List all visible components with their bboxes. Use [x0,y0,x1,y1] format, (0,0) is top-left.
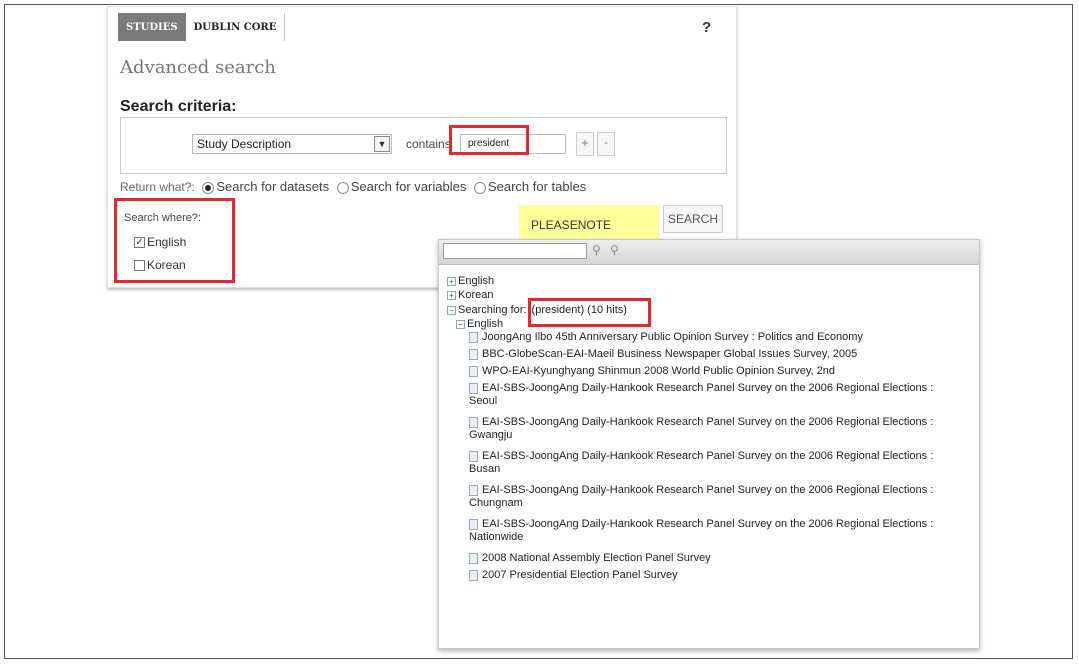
result-item[interactable]: EAI-SBS-JoongAng Daily-Hankook Research … [469,382,949,408]
document-icon [469,518,478,530]
tree-node-label[interactable]: English [467,318,503,330]
checkbox-english-row[interactable]: ✓ English [134,235,186,249]
tree-root-korean[interactable]: + Korean [447,289,493,301]
field-select-value: Study Description [197,137,292,151]
tree-group-english[interactable]: − English [456,318,503,330]
checkbox-korean[interactable] [134,259,145,271]
result-item-label[interactable]: BBC-GlobeScan-EAI-Maeil Business Newspap… [482,348,857,360]
result-item[interactable]: 2007 Presidential Election Panel Survey [469,569,974,582]
search-where-label: Search where?: [124,212,202,224]
remove-criteria-button[interactable]: - [597,132,615,156]
checkbox-english[interactable]: ✓ [134,236,145,248]
result-item-label[interactable]: EAI-SBS-JoongAng Daily-Hankook Research … [469,484,933,509]
result-item-label[interactable]: EAI-SBS-JoongAng Daily-Hankook Research … [469,518,933,543]
result-item-label[interactable]: 2007 Presidential Election Panel Survey [482,569,678,581]
results-toolbar: ⚲ ⚲ [439,240,979,265]
tree-node-label[interactable]: English [458,275,494,287]
result-item[interactable]: EAI-SBS-JoongAng Daily-Hankook Research … [469,416,949,442]
result-item-label[interactable]: 2008 National Assembly Election Panel Su… [482,552,711,564]
search-criteria-label: Search criteria: [120,98,237,115]
result-item-label[interactable]: WPO-EAI-Kyunghyang Shinmun 2008 World Pu… [482,365,835,377]
result-item[interactable]: JoongAng Ilbo 45th Anniversary Public Op… [469,331,974,344]
tree-search-input[interactable] [443,243,587,259]
search-button[interactable]: SEARCH [663,205,723,233]
result-item[interactable]: 2008 National Assembly Election Panel Su… [469,552,974,565]
tab-studies[interactable]: STUDIES [118,13,186,41]
page-title: Advanced search [120,57,276,78]
result-item[interactable]: EAI-SBS-JoongAng Daily-Hankook Research … [469,518,949,544]
tree-searching-node[interactable]: − Searching for: (president) (10 hits) [447,304,627,316]
checkbox-english-label[interactable]: English [147,235,186,249]
searching-label: Searching for: [458,304,527,316]
document-icon [469,450,478,462]
add-criteria-button[interactable]: + [576,132,594,156]
tree-node-label[interactable]: Korean [458,289,493,301]
radio-tables[interactable] [473,181,486,194]
result-item[interactable]: EAI-SBS-JoongAng Daily-Hankook Research … [469,450,949,476]
result-item[interactable]: BBC-GlobeScan-EAI-Maeil Business Newspap… [469,348,974,361]
results-tree-panel: ⚲ ⚲ + English + Korean − Searching for: (pr… [438,239,980,649]
radio-variables-label[interactable]: Search for variables [351,179,467,194]
document-icon [469,416,478,428]
return-what-label: Return what?: [120,180,195,194]
result-item-label[interactable]: EAI-SBS-JoongAng Daily-Hankook Research … [469,416,933,441]
collapse-icon[interactable]: − [456,319,465,329]
chevron-down-icon[interactable]: ▼ [374,136,390,152]
document-icon [469,365,478,377]
expand-icon[interactable]: + [447,276,456,286]
radio-datasets[interactable] [202,181,215,194]
search-input[interactable]: president [460,134,566,154]
document-icon [469,382,478,394]
query-summary: (president) (10 hits) [531,304,627,316]
result-item[interactable]: WPO-EAI-Kyunghyang Shinmun 2008 World Pu… [469,365,974,378]
result-item-label[interactable]: EAI-SBS-JoongAng Daily-Hankook Research … [469,382,933,407]
return-what-row: Return what?: Search for datasets Search… [120,179,586,194]
radio-datasets-label[interactable]: Search for datasets [216,179,329,194]
search-icon[interactable]: ⚲ [610,243,619,257]
expand-icon[interactable]: + [447,290,456,300]
tab-bar: STUDIES DUBLIN CORE [118,13,286,41]
field-select[interactable]: Study Description ▼ [192,134,392,154]
document-icon [469,484,478,496]
checkbox-korean-row[interactable]: Korean [134,258,186,272]
document-icon [469,331,478,343]
operator-label: contains [406,137,451,151]
document-icon [469,569,478,581]
collapse-icon[interactable]: − [447,305,456,315]
document-icon [469,552,478,564]
tree-root-english[interactable]: + English [447,275,494,287]
result-item-label[interactable]: EAI-SBS-JoongAng Daily-Hankook Research … [469,450,933,475]
tab-dublin-core[interactable]: DUBLIN CORE [185,13,286,41]
document-icon [469,348,478,360]
wrench-icon[interactable]: ⚲ [592,243,601,257]
help-button[interactable]: ? [702,19,711,36]
result-item[interactable]: EAI-SBS-JoongAng Daily-Hankook Research … [469,484,949,510]
radio-tables-label[interactable]: Search for tables [488,179,586,194]
radio-variables[interactable] [336,181,349,194]
criteria-box: Study Description ▼ contains president +… [120,117,727,174]
checkbox-korean-label[interactable]: Korean [147,258,186,272]
result-item-label[interactable]: JoongAng Ilbo 45th Anniversary Public Op… [482,331,863,343]
